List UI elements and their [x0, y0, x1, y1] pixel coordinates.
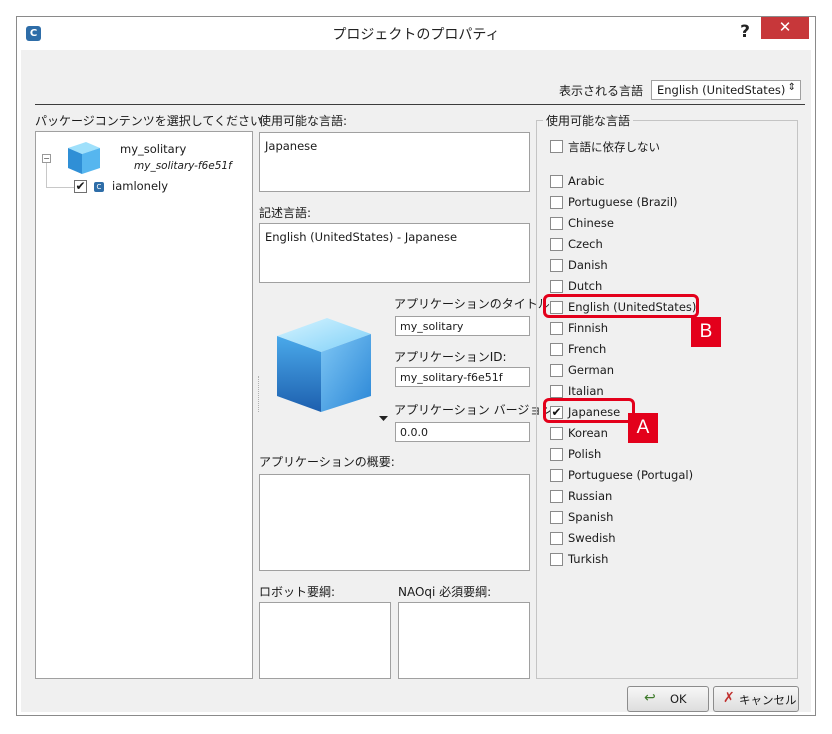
- lang-checkbox-danish[interactable]: [550, 259, 563, 272]
- tree-item-label[interactable]: iamlonely: [112, 179, 168, 193]
- app-icon: C: [94, 182, 104, 192]
- annotation-label-b: B: [691, 317, 721, 347]
- close-icon: ✕: [778, 18, 792, 36]
- lang-label-arabic: Arabic: [568, 174, 605, 188]
- item-checkbox[interactable]: ✔: [74, 180, 87, 193]
- app-id-label: アプリケーションID:: [394, 350, 507, 364]
- cancel-button[interactable]: ✗ キャンセル: [713, 686, 799, 712]
- cube-dropdown-icon[interactable]: [379, 416, 388, 422]
- robot-requirements-box[interactable]: [259, 602, 391, 679]
- description-language-label: 記述言語:: [259, 206, 312, 220]
- close-button[interactable]: ✕: [761, 17, 809, 39]
- available-languages-value: Japanese: [265, 139, 318, 153]
- highlight-box-b: [543, 294, 699, 318]
- cancel-x-icon: ✗: [723, 690, 735, 706]
- project-properties-dialog: C プロジェクトのプロパティ ? ✕ 表示される言語 English (Unit…: [16, 16, 816, 716]
- lang-checkbox-german[interactable]: [550, 364, 563, 377]
- lang-checkbox-dutch[interactable]: [550, 280, 563, 293]
- title-bar: C プロジェクトのプロパティ ? ✕: [17, 17, 815, 49]
- lang-label-turkish: Turkish: [568, 552, 609, 566]
- separator: [35, 104, 805, 105]
- lang-checkbox-swedish[interactable]: [550, 532, 563, 545]
- lang-label-danish: Danish: [568, 258, 608, 272]
- app-title-input[interactable]: my_solitary: [395, 316, 530, 336]
- lang-checkbox-korean[interactable]: [550, 427, 563, 440]
- lang-checkbox-czech[interactable]: [550, 238, 563, 251]
- display-language-select[interactable]: English (UnitedStates) ⇕: [651, 80, 801, 100]
- language-independent-checkbox[interactable]: [550, 140, 563, 153]
- splitter-handle[interactable]: [258, 376, 261, 412]
- lang-checkbox-chinese[interactable]: [550, 217, 563, 230]
- app-version-label: アプリケーション バージョン:: [394, 403, 558, 417]
- display-language-label: 表示される言語: [559, 84, 644, 98]
- package-tree: − my_solitary my_solitary-f6e51f ✔ C iam…: [35, 131, 253, 679]
- app-summary-label: アプリケーションの概要:: [259, 455, 395, 469]
- lang-checkbox-turkish[interactable]: [550, 553, 563, 566]
- available-languages-label: 使用可能な言語:: [259, 114, 348, 128]
- lang-label-russian: Russian: [568, 489, 613, 503]
- lang-label-dutch: Dutch: [568, 279, 603, 293]
- dialog-body: 表示される言語 English (UnitedStates) ⇕ パッケージコン…: [21, 50, 811, 712]
- help-button[interactable]: ?: [731, 20, 759, 44]
- lang-label-finnish: Finnish: [568, 321, 609, 335]
- cancel-button-label: キャンセル: [739, 693, 797, 707]
- app-version-input[interactable]: 0.0.0: [395, 422, 530, 442]
- available-languages-box[interactable]: Japanese: [259, 132, 530, 192]
- chevron-updown-icon: ⇕: [787, 82, 796, 93]
- naoqi-requirements-label: NAOqi 必須要綱:: [398, 585, 492, 599]
- lang-label-portuguese-portugal: Portuguese (Portugal): [568, 468, 694, 482]
- ok-button[interactable]: ↩ OK: [627, 686, 709, 712]
- lang-label-korean: Korean: [568, 426, 608, 440]
- lang-checkbox-arabic[interactable]: [550, 175, 563, 188]
- lang-checkbox-russian[interactable]: [550, 490, 563, 503]
- app-id-input[interactable]: my_solitary-f6e51f: [395, 367, 530, 387]
- lang-label-german: German: [568, 363, 615, 377]
- lang-checkbox-french[interactable]: [550, 343, 563, 356]
- lang-checkbox-portuguese-brazil[interactable]: [550, 196, 563, 209]
- app-title-label: アプリケーションのタイトル:: [394, 297, 554, 311]
- lang-label-czech: Czech: [568, 237, 603, 251]
- languages-group-title: 使用可能な言語: [543, 112, 634, 129]
- display-language-value: English (UnitedStates): [657, 83, 786, 97]
- app-title-value: my_solitary: [400, 320, 464, 333]
- project-id: my_solitary-f6e51f: [134, 160, 232, 172]
- robot-requirements-label: ロボット要綱:: [259, 585, 336, 599]
- lang-label-chinese: Chinese: [568, 216, 614, 230]
- lang-label-swedish: Swedish: [568, 531, 616, 545]
- highlight-box-a: [543, 398, 635, 423]
- project-cube-icon[interactable]: [64, 138, 104, 178]
- lang-checkbox-polish[interactable]: [550, 448, 563, 461]
- window-title: プロジェクトのプロパティ: [332, 27, 500, 43]
- app-id-value: my_solitary-f6e51f: [400, 371, 503, 384]
- language-independent-label: 言語に依存しない: [568, 140, 660, 154]
- description-language-value: English (UnitedStates) - Japanese: [265, 230, 458, 244]
- lang-checkbox-finnish[interactable]: [550, 322, 563, 335]
- annotation-label-a: A: [628, 413, 658, 443]
- tree-line: [46, 187, 74, 188]
- app-summary-box[interactable]: [259, 474, 530, 571]
- package-contents-label: パッケージコンテンツを選択してください: [35, 114, 263, 128]
- application-cube-icon[interactable]: [267, 312, 383, 418]
- tree-collapse-toggle[interactable]: −: [42, 154, 51, 163]
- ok-arrow-icon: ↩: [644, 690, 656, 706]
- project-name[interactable]: my_solitary: [120, 142, 186, 156]
- lang-label-italian: Italian: [568, 384, 604, 398]
- lang-label-spanish: Spanish: [568, 510, 614, 524]
- app-version-value: 0.0.0: [400, 426, 428, 439]
- lang-checkbox-spanish[interactable]: [550, 511, 563, 524]
- tree-line: [46, 163, 47, 187]
- ok-button-label: OK: [670, 692, 687, 706]
- lang-label-portuguese-brazil: Portuguese (Brazil): [568, 195, 678, 209]
- lang-checkbox-italian[interactable]: [550, 385, 563, 398]
- lang-label-polish: Polish: [568, 447, 602, 461]
- naoqi-requirements-box[interactable]: [398, 602, 530, 679]
- description-language-box[interactable]: English (UnitedStates) - Japanese: [259, 223, 530, 283]
- lang-checkbox-portuguese-portugal[interactable]: [550, 469, 563, 482]
- lang-label-french: French: [568, 342, 607, 356]
